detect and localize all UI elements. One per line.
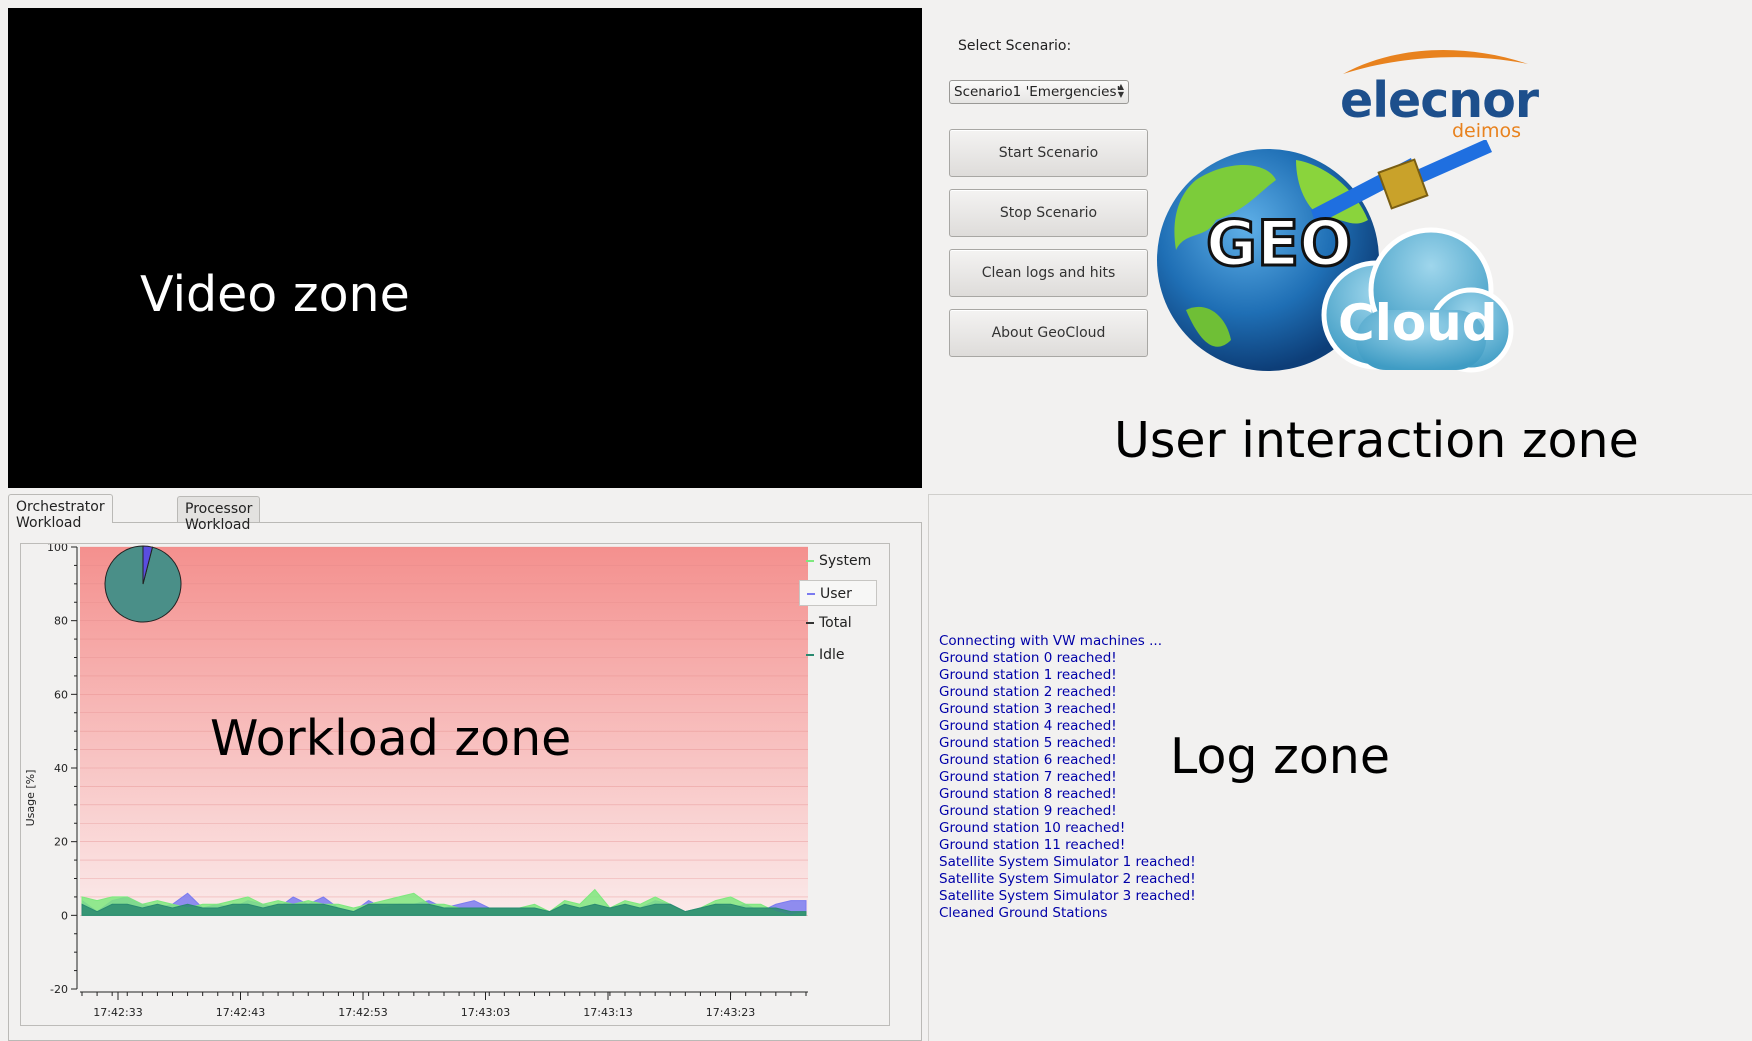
video-zone-label: Video zone [140,266,410,323]
spin-arrows-icon[interactable]: ▲ ▼ [1118,83,1124,99]
select-scenario-label: Select Scenario: [958,38,1072,54]
y-tick-label: -20 [50,983,68,996]
y-tick-label: 60 [54,688,68,701]
geo-logo-text: GEO [1206,207,1352,280]
log-line: Ground station 5 reached! [939,735,1117,751]
usage-chart: -20 0 20 40 60 80 100 Usage [%] 17:42:33 17:42:43… [24,541,808,1019]
x-tick-label: 17:43:13 [583,1006,632,1019]
deimos-logo-text: deimos [1452,120,1522,142]
log-line: Cleaned Ground Stations [939,905,1108,921]
log-line: Ground station 11 reached! [939,837,1126,853]
log-line: Ground station 1 reached! [939,667,1117,683]
legend-mark-user [807,593,815,595]
y-tick-label: 20 [54,836,68,849]
legend-label-system: System [819,553,872,569]
cloud-logo-text: Cloud [1338,294,1498,352]
legend-item-total[interactable]: Total [799,610,877,636]
y-tick-label: 100 [47,544,68,554]
y-axis-label: Usage [%] [24,770,37,827]
log-line: Ground station 6 reached! [939,752,1117,768]
legend-item-system[interactable]: System [799,548,877,574]
scenario-select[interactable]: Scenario1 'Emergencies' ▲ ▼ [949,80,1129,104]
start-scenario-button[interactable]: Start Scenario [949,129,1148,177]
y-tick-label: 40 [54,762,68,775]
x-tick-label: 17:42:53 [338,1006,387,1019]
stop-scenario-button[interactable]: Stop Scenario [949,189,1148,237]
geocloud-logo-icon: GEO Cloud [1157,140,1514,373]
tab-panel: -20 0 20 40 60 80 100 Usage [%] 17:42:33 17:42:43… [8,522,922,1041]
legend-item-idle[interactable]: Idle [799,642,877,668]
log-line: Ground station 7 reached! [939,769,1117,785]
user-interaction-zone: Select Scenario: Scenario1 'Emergencies'… [928,0,1752,494]
video-zone: Video zone [8,8,922,488]
log-line: Ground station 3 reached! [939,701,1117,717]
log-zone: Connecting with VW machines ... Ground st… [928,494,1752,1041]
plot-frame: -20 0 20 40 60 80 100 Usage [%] 17:42:33 17:42:43… [20,541,890,1026]
legend-mark-system [806,560,814,562]
log-zone-label: Log zone [1170,728,1390,785]
about-geocloud-button[interactable]: About GeoCloud [949,309,1148,357]
legend-mark-idle [806,654,814,656]
workload-zone: -20 0 20 40 60 80 100 Usage [%] 17:42:33 17:42:43… [8,494,922,1041]
legend-label-total: Total [819,615,852,631]
x-tick-label: 17:42:43 [216,1006,265,1019]
log-line: Connecting with VW machines ... [939,633,1163,649]
y-tick-label: 0 [61,909,68,922]
tab-processor-workload[interactable]: Processor Workload [177,496,261,533]
legend-label-idle: Idle [819,647,845,663]
x-tick-label: 17:43:03 [461,1006,510,1019]
log-line: Satellite System Simulator 3 reached! [939,888,1196,904]
clean-logs-button[interactable]: Clean logs and hits [949,249,1148,297]
log-line: Ground station 10 reached! [939,820,1126,836]
y-tick-label: 80 [54,615,68,628]
x-tick-label: 17:43:23 [706,1006,755,1019]
log-line: Ground station 9 reached! [939,803,1117,819]
scenario-select-value: Scenario1 'Emergencies' [954,84,1121,100]
log-list: Connecting with VW machines ... Ground st… [939,633,1196,922]
workload-zone-label: Workload zone [210,710,572,767]
log-line: Ground station 4 reached! [939,718,1117,734]
log-line: Satellite System Simulator 2 reached! [939,871,1196,887]
x-tick-label: 17:42:33 [93,1006,142,1019]
legend-mark-total [806,622,814,624]
legend-item-user[interactable]: User [799,580,877,606]
legend-label-user: User [820,586,852,602]
log-line: Ground station 0 reached! [939,650,1117,666]
log-line: Ground station 8 reached! [939,786,1117,802]
log-line: Satellite System Simulator 1 reached! [939,854,1196,870]
user-interaction-zone-label: User interaction zone [1114,412,1639,469]
log-line: Ground station 2 reached! [939,684,1117,700]
tab-orchestrator-workload[interactable]: Orchestrator Workload [8,494,113,531]
